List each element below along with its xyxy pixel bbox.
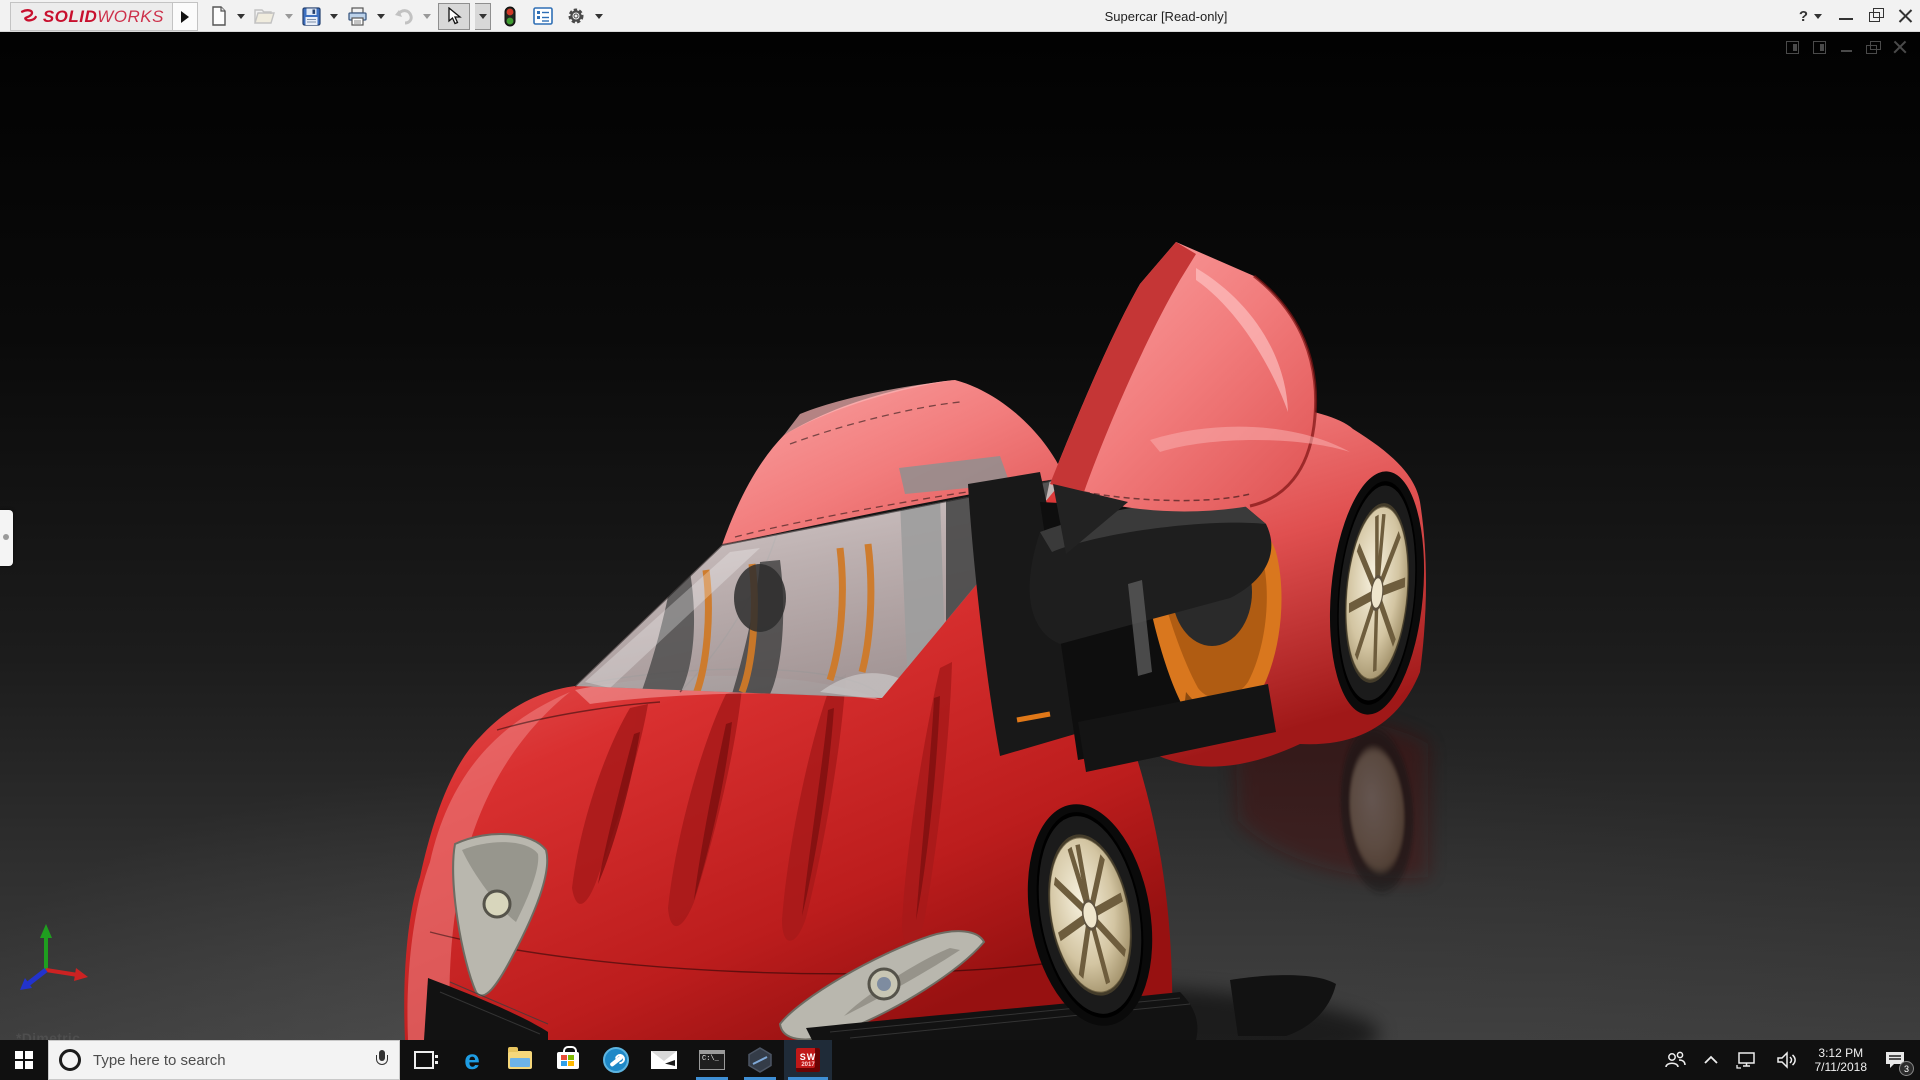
print-button[interactable] bbox=[345, 3, 370, 29]
edge-button[interactable]: e bbox=[448, 1040, 496, 1080]
cortana-icon bbox=[59, 1049, 81, 1071]
undo-button[interactable] bbox=[392, 3, 416, 29]
open-document-button[interactable] bbox=[252, 3, 278, 29]
task-view-button[interactable] bbox=[400, 1040, 448, 1080]
wrench-icon bbox=[603, 1047, 629, 1073]
restore-button[interactable] bbox=[1868, 8, 1884, 24]
clock-date: 7/11/2018 bbox=[1814, 1060, 1868, 1074]
chevron-up-icon bbox=[1703, 1055, 1718, 1064]
print-icon bbox=[348, 6, 367, 26]
help-dropdown[interactable] bbox=[1814, 13, 1822, 19]
store-icon bbox=[557, 1045, 579, 1069]
car-body[interactable] bbox=[404, 242, 1433, 1040]
select-tool-button[interactable] bbox=[438, 2, 470, 30]
ethernet-network-icon bbox=[1735, 1052, 1755, 1069]
undo-dropdown[interactable] bbox=[423, 13, 431, 19]
save-button[interactable] bbox=[300, 3, 323, 29]
people-icon bbox=[1664, 1051, 1686, 1068]
new-document-button[interactable] bbox=[208, 3, 230, 29]
document-restore-button[interactable] bbox=[1866, 40, 1881, 55]
close-button[interactable] bbox=[1898, 8, 1914, 24]
window-controls: ? bbox=[1799, 0, 1914, 32]
task-view-icon bbox=[414, 1051, 438, 1069]
taskbar-search[interactable] bbox=[48, 1040, 400, 1080]
display-pane-right-icon[interactable] bbox=[1812, 40, 1827, 55]
clock-time: 3:12 PM bbox=[1818, 1046, 1864, 1060]
taskbar-clock[interactable]: 3:12 PM 7/11/2018 bbox=[1807, 1046, 1876, 1074]
print-dropdown[interactable] bbox=[377, 13, 385, 19]
display-pane-left-icon[interactable] bbox=[1785, 40, 1800, 55]
hexagon-app-button[interactable] bbox=[736, 1040, 784, 1080]
menu-flyout-button[interactable] bbox=[172, 2, 198, 31]
action-center-button[interactable]: 3 bbox=[1875, 1040, 1920, 1080]
select-tool-dropdown[interactable] bbox=[475, 2, 491, 30]
system-tray: 3:12 PM 7/11/2018 3 bbox=[1655, 1040, 1920, 1080]
solidworks-taskbar-button[interactable]: SW 2017 bbox=[784, 1040, 832, 1080]
save-icon bbox=[302, 6, 321, 26]
hexagon-app-icon bbox=[748, 1047, 772, 1073]
rebuild-button[interactable] bbox=[502, 3, 518, 29]
options-button[interactable] bbox=[564, 3, 588, 29]
hidden-icons-button[interactable] bbox=[1695, 1040, 1727, 1080]
people-button[interactable] bbox=[1655, 1040, 1695, 1080]
volume-button[interactable] bbox=[1767, 1040, 1807, 1080]
save-dropdown[interactable] bbox=[330, 13, 338, 19]
display-settings-button[interactable] bbox=[531, 3, 555, 29]
select-caret-icon bbox=[478, 13, 487, 19]
file-explorer-button[interactable] bbox=[496, 1040, 544, 1080]
supercar-model[interactable] bbox=[0, 32, 1920, 1040]
start-button[interactable] bbox=[0, 1040, 48, 1080]
new-document-dropdown[interactable] bbox=[237, 13, 245, 19]
solidworks-window: { "titlebar": { "brand_bold": "SOLID", "… bbox=[0, 0, 1920, 1080]
solidworks-logo: SOLIDWORKS bbox=[10, 2, 173, 31]
display-settings-icon bbox=[533, 7, 553, 25]
document-window-controls bbox=[1785, 40, 1908, 55]
solidworks-app-icon: SW 2017 bbox=[796, 1048, 820, 1072]
view-orientation-label: *Dimetric bbox=[16, 1030, 81, 1040]
tools-app-button[interactable] bbox=[592, 1040, 640, 1080]
document-minimize-button[interactable] bbox=[1839, 40, 1854, 55]
help-button[interactable]: ? bbox=[1799, 8, 1808, 25]
rebuild-stoplight-icon bbox=[504, 6, 516, 26]
taskbar-apps: e C:\_ SW 2017 bbox=[400, 1040, 832, 1080]
options-dropdown[interactable] bbox=[595, 13, 603, 19]
select-cursor-icon bbox=[447, 7, 462, 25]
edge-icon: e bbox=[464, 1044, 480, 1075]
titlebar: SOLIDWORKS Supercar [Read-only] ? bbox=[0, 0, 1920, 32]
graphics-area[interactable]: *Dimetric bbox=[0, 32, 1920, 1040]
open-document-icon bbox=[254, 9, 275, 24]
minimize-button[interactable] bbox=[1838, 8, 1854, 24]
new-document-icon bbox=[212, 6, 226, 26]
network-button[interactable] bbox=[1727, 1040, 1767, 1080]
mail-icon bbox=[651, 1051, 677, 1069]
command-prompt-button[interactable]: C:\_ bbox=[688, 1040, 736, 1080]
taskbar: e C:\_ SW 2017 bbox=[0, 1040, 1920, 1080]
undo-icon bbox=[395, 8, 413, 24]
orientation-triad-icon bbox=[20, 924, 88, 990]
speaker-icon bbox=[1776, 1051, 1796, 1069]
search-input[interactable] bbox=[91, 1050, 365, 1070]
store-button[interactable] bbox=[544, 1040, 592, 1080]
options-gear-icon bbox=[568, 8, 584, 24]
flyout-arrow-icon bbox=[181, 10, 189, 23]
windows-logo-icon bbox=[15, 1051, 33, 1069]
microphone-icon[interactable] bbox=[375, 1050, 389, 1070]
notification-badge: 3 bbox=[1899, 1061, 1914, 1076]
featuremanager-collapsed-tab[interactable] bbox=[0, 510, 13, 566]
open-document-dropdown[interactable] bbox=[285, 13, 293, 19]
dassault-3ds-logo-icon bbox=[20, 8, 37, 22]
document-close-button[interactable] bbox=[1893, 40, 1908, 55]
quick-access-toolbar bbox=[208, 0, 605, 32]
command-prompt-icon: C:\_ bbox=[699, 1050, 725, 1070]
mail-button[interactable] bbox=[640, 1040, 688, 1080]
solidworks-brand-text: SOLIDWORKS bbox=[42, 6, 164, 26]
document-title: Supercar [Read-only] bbox=[1104, 8, 1228, 24]
file-explorer-icon bbox=[508, 1047, 532, 1069]
